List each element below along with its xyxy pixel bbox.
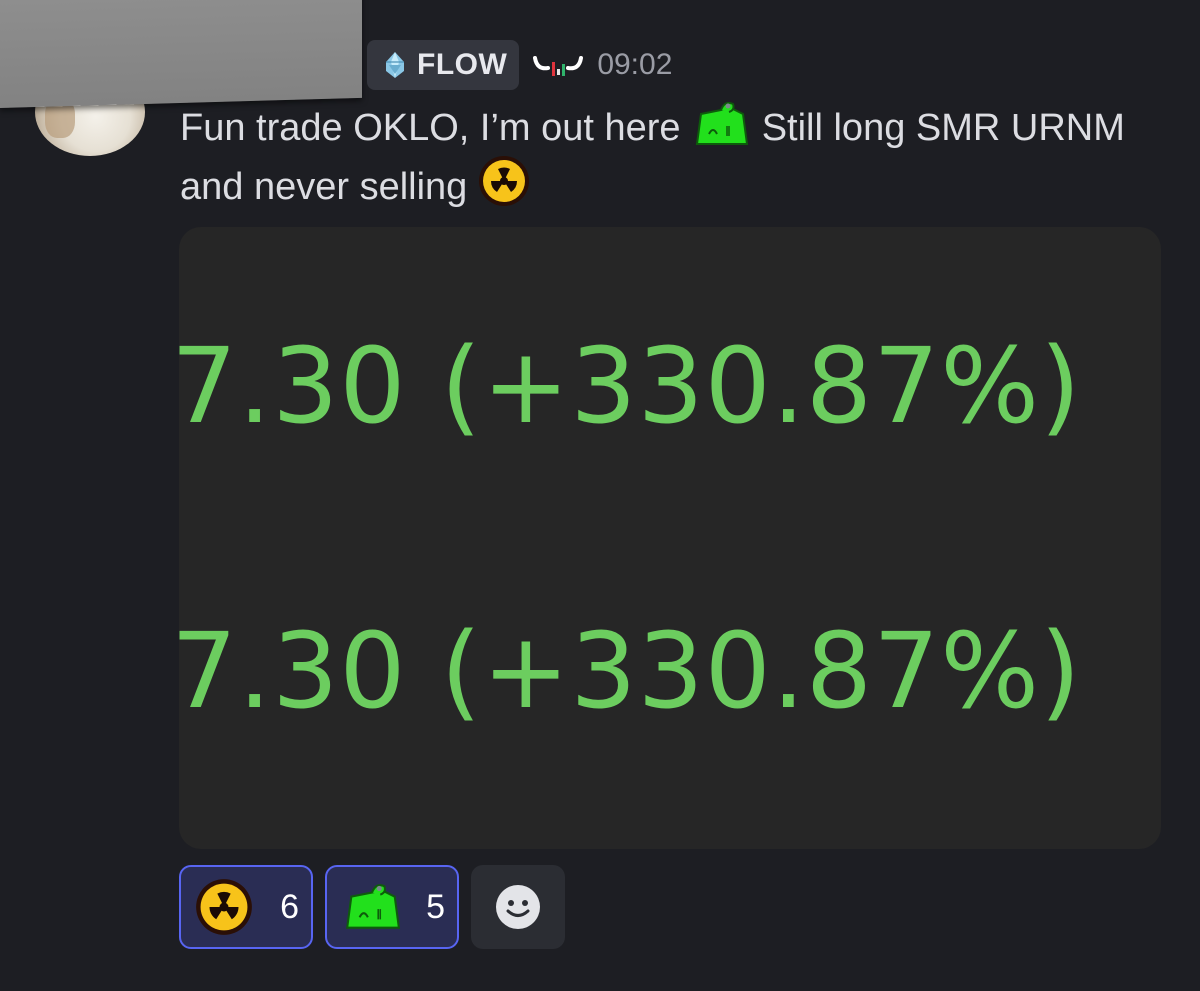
role-tag[interactable]: FLOW [367,40,520,90]
green-bag-icon [695,101,749,145]
role-tag-label: FLOW [417,48,508,81]
image-embed[interactable]: 7.30 (+330.87%) 7.30 (+330.87%) [179,227,1161,849]
reaction-count: 6 [280,887,299,926]
radioactive-icon [478,156,529,206]
gray-overlay [0,0,362,108]
diamond-icon [386,52,404,78]
message-text-part-1: Fun trade OKLO, I’m out here [180,107,681,149]
add-reaction-button[interactable] [471,865,565,949]
reactions-bar: 6 5 [179,865,577,949]
bull-horns-icon [533,56,584,76]
radioactive-icon [196,879,252,935]
pnl-line-2: 7.30 (+330.87%) [179,610,1082,732]
reaction-count: 5 [426,887,445,926]
smiley-icon [496,885,540,929]
message-header: FLOW 09:02 [367,40,672,90]
reaction-radioactive[interactable]: 6 [179,865,313,949]
message-content: Fun trade OKLO, I’m out here Still long … [180,100,1160,214]
green-bag-icon [346,884,401,929]
timestamp: 09:02 [597,48,673,81]
reaction-green-bag[interactable]: 5 [325,865,459,949]
pnl-line-1: 7.30 (+330.87%) [179,325,1082,447]
